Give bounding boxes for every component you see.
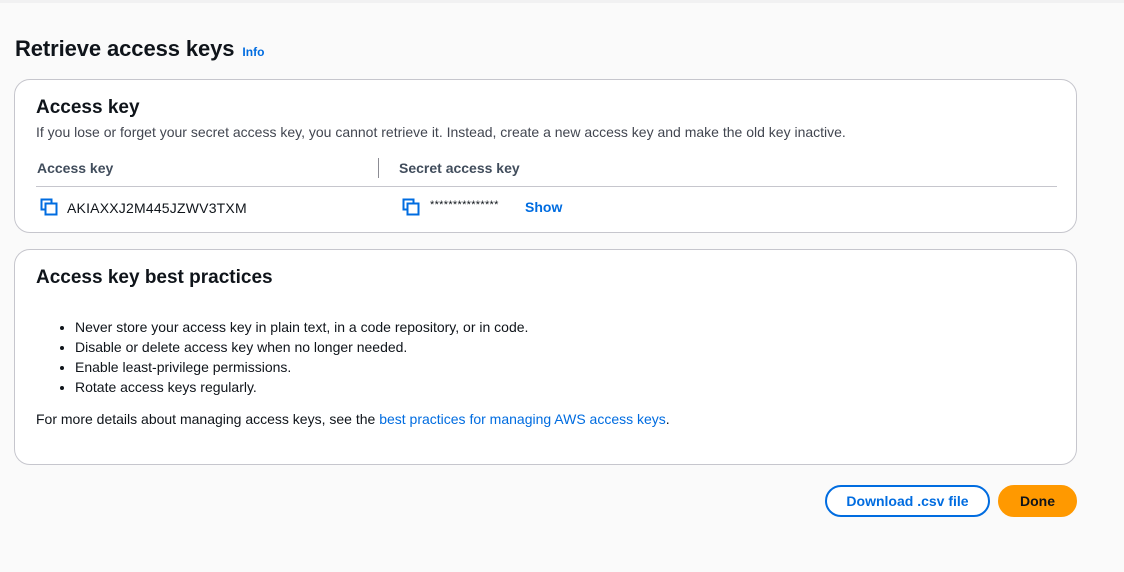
best-practices-footer: For more details about managing access k… xyxy=(36,411,670,427)
list-item: Rotate access keys regularly. xyxy=(75,377,528,397)
footer-text-prefix: For more details about managing access k… xyxy=(36,411,380,427)
page-header: Retrieve access keys Info xyxy=(15,36,264,62)
best-practices-card-title: Access key best practices xyxy=(36,267,273,288)
best-practices-list: Never store your access key in plain tex… xyxy=(75,317,528,397)
column-header-access-key: Access key xyxy=(37,160,114,176)
show-secret-link[interactable]: Show xyxy=(525,199,562,215)
list-item: Enable least-privilege permissions. xyxy=(75,357,528,377)
best-practices-link[interactable]: best practices for managing AWS access k… xyxy=(379,411,666,427)
access-key-card-description: If you lose or forget your secret access… xyxy=(36,124,846,140)
done-button[interactable]: Done xyxy=(998,485,1077,517)
access-key-card-title: Access key xyxy=(36,97,140,118)
secret-access-key-masked: *************** xyxy=(430,199,499,211)
list-item: Never store your access key in plain tex… xyxy=(75,317,528,337)
column-header-secret-access-key: Secret access key xyxy=(399,160,520,176)
page-title: Retrieve access keys xyxy=(15,36,235,61)
table-header-divider xyxy=(36,186,1057,187)
copy-icon[interactable] xyxy=(40,198,58,216)
info-link[interactable]: Info xyxy=(242,45,264,59)
column-divider xyxy=(378,158,379,178)
download-csv-button[interactable]: Download .csv file xyxy=(825,485,990,517)
best-practices-card: Access key best practices Never store yo… xyxy=(14,249,1077,465)
copy-icon[interactable] xyxy=(402,198,420,216)
list-item: Disable or delete access key when no lon… xyxy=(75,337,528,357)
access-key-card: Access key If you lose or forget your se… xyxy=(14,79,1077,233)
footer-text-suffix: . xyxy=(665,411,670,427)
access-key-value: AKIAXXJ2M445JZWV3TXM xyxy=(67,200,247,216)
top-divider xyxy=(0,0,1124,3)
